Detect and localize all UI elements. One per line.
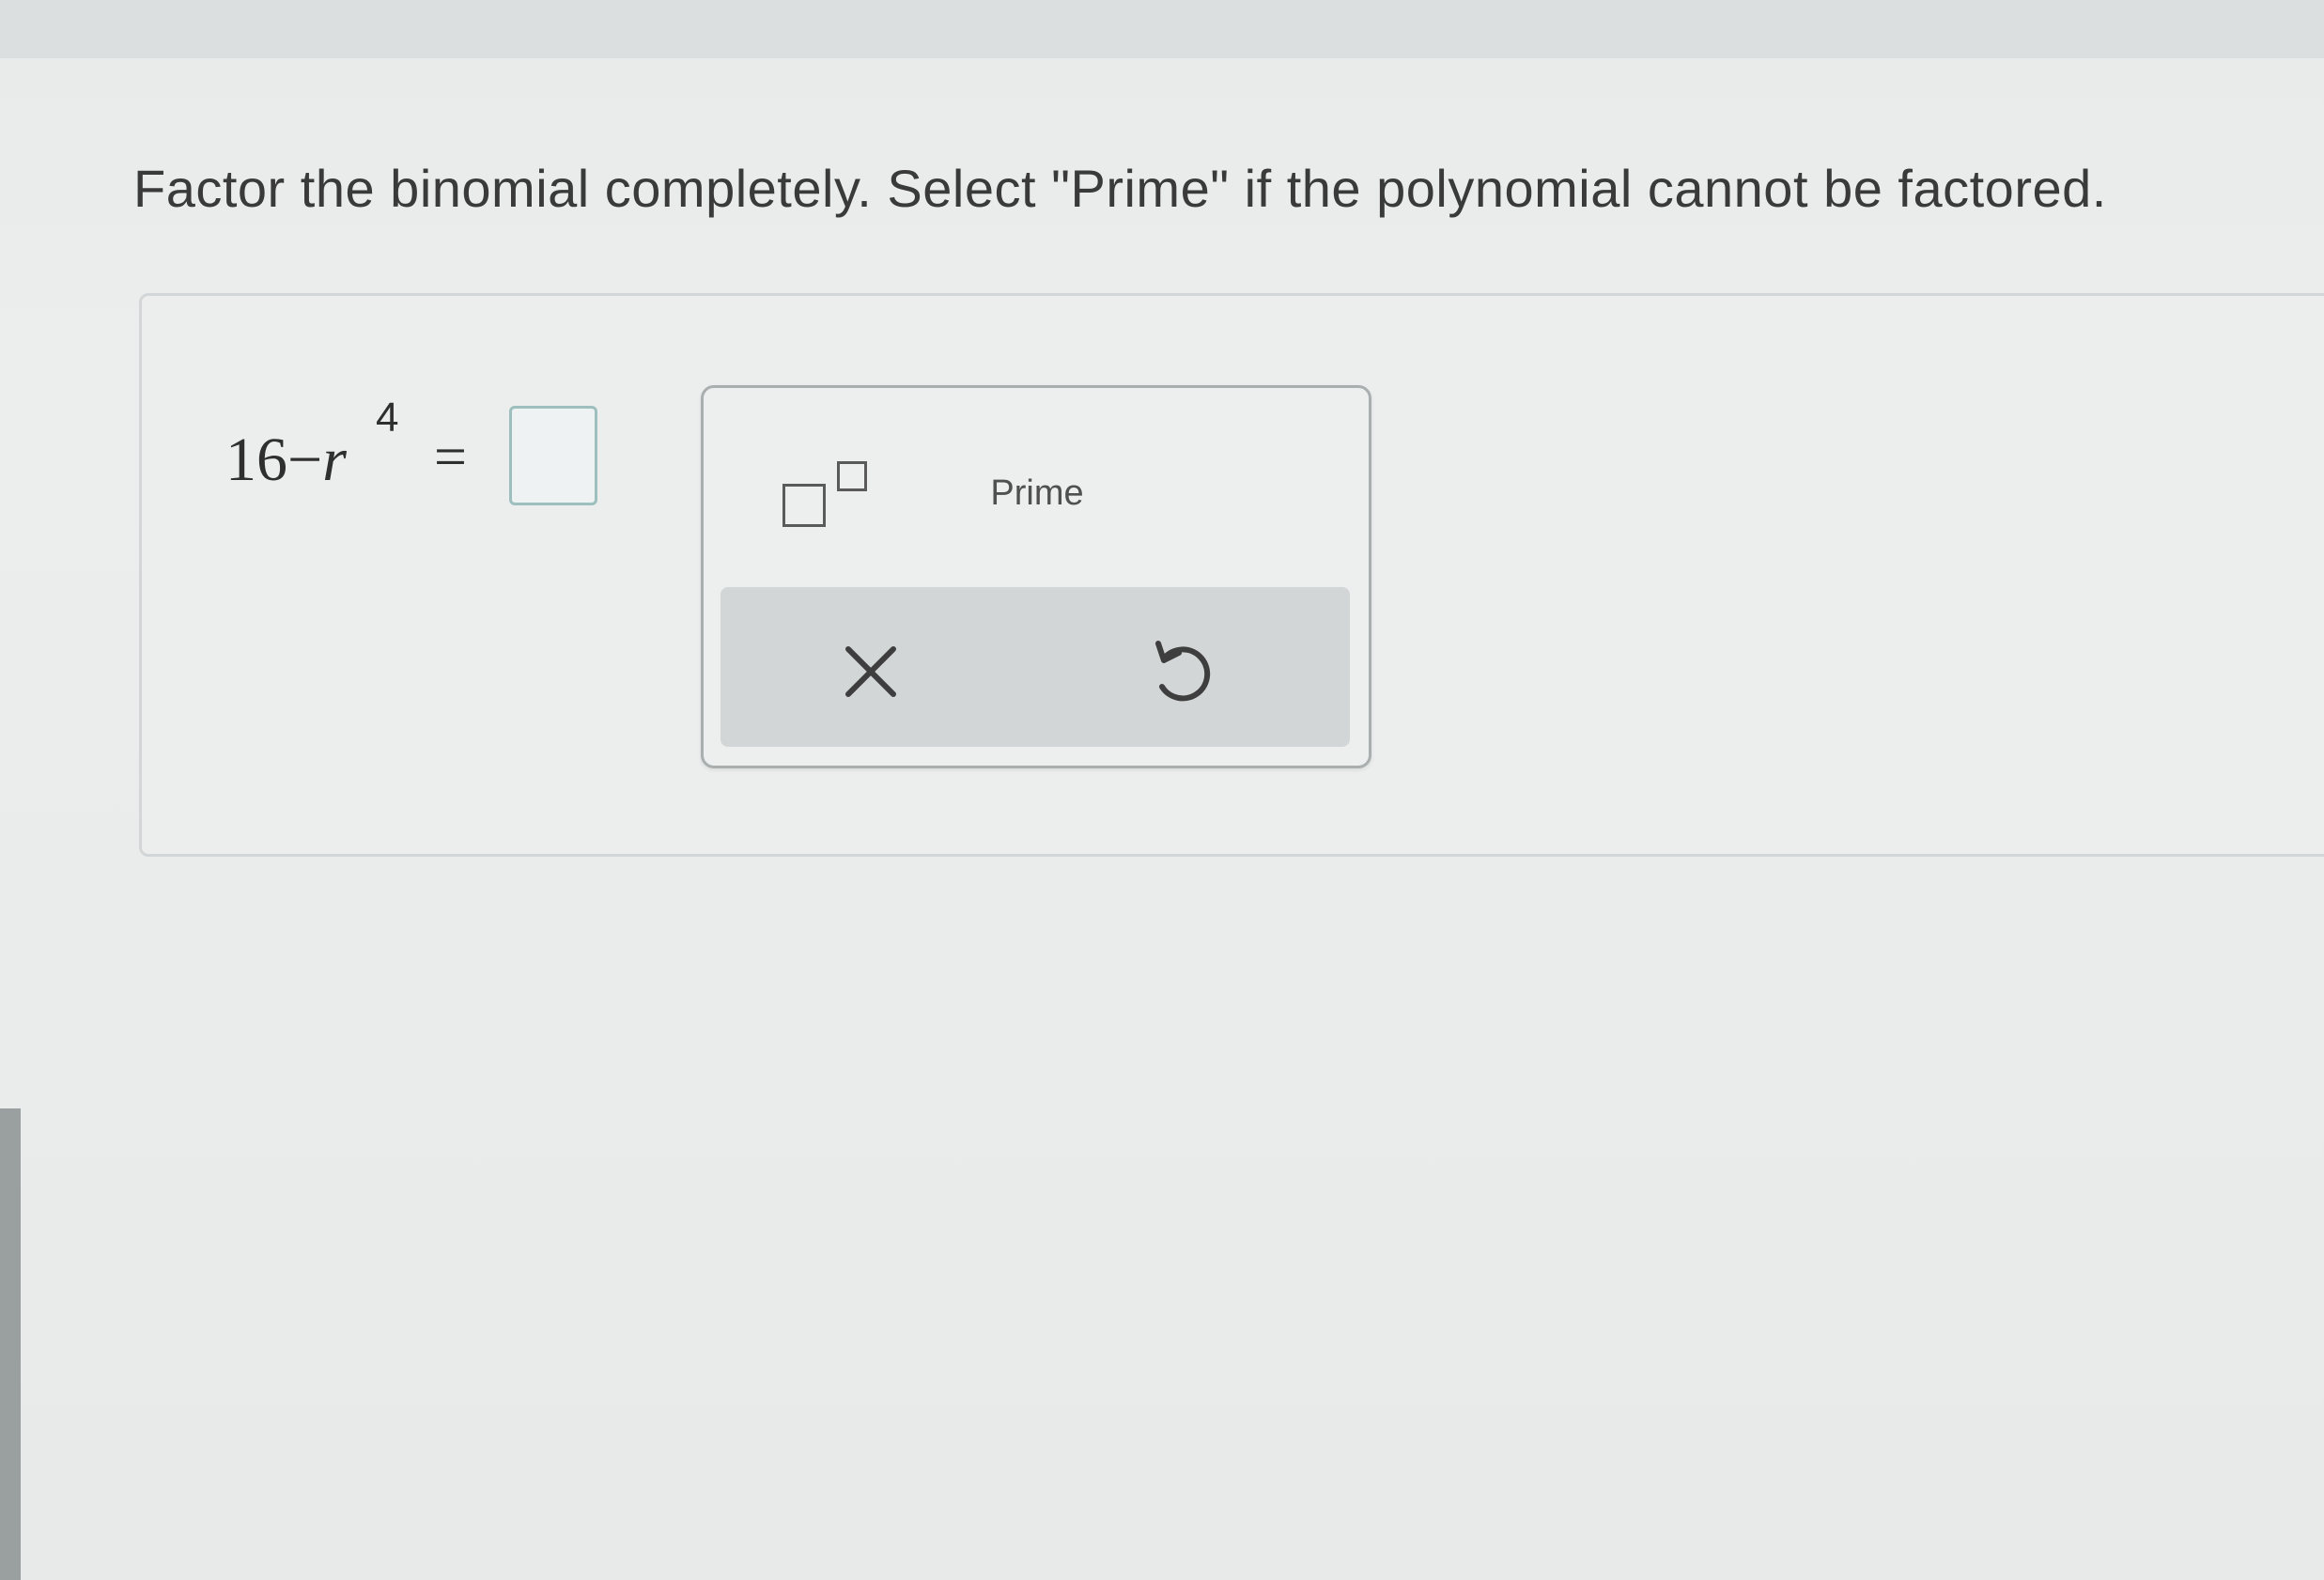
equation-exponent: 4: [376, 395, 399, 441]
equation-variable: r: [322, 426, 347, 494]
undo-button[interactable]: [1134, 625, 1228, 719]
math-keypad: Prime: [701, 385, 1371, 768]
x-icon: [845, 646, 896, 697]
exponent-button[interactable]: [773, 446, 876, 540]
equation-constant: 16: [225, 426, 287, 494]
equation-operator: −: [287, 426, 323, 494]
clear-button[interactable]: [824, 625, 918, 719]
keypad-action-bar: [720, 587, 1350, 747]
exponent-power-box: [837, 461, 867, 491]
answer-input[interactable]: [509, 406, 597, 505]
equation-equals: =: [434, 426, 467, 489]
equation-lhs: 16−r: [225, 425, 347, 496]
top-strip: [0, 0, 2324, 58]
exponent-base-box: [782, 484, 826, 527]
undo-icon: [1155, 641, 1211, 702]
page: Factor the binomial completely. Select "…: [0, 0, 2324, 1580]
prime-button[interactable]: Prime: [957, 463, 1117, 523]
question-text: Factor the binomial completely. Select "…: [133, 159, 2107, 218]
left-edge: [0, 1108, 21, 1580]
